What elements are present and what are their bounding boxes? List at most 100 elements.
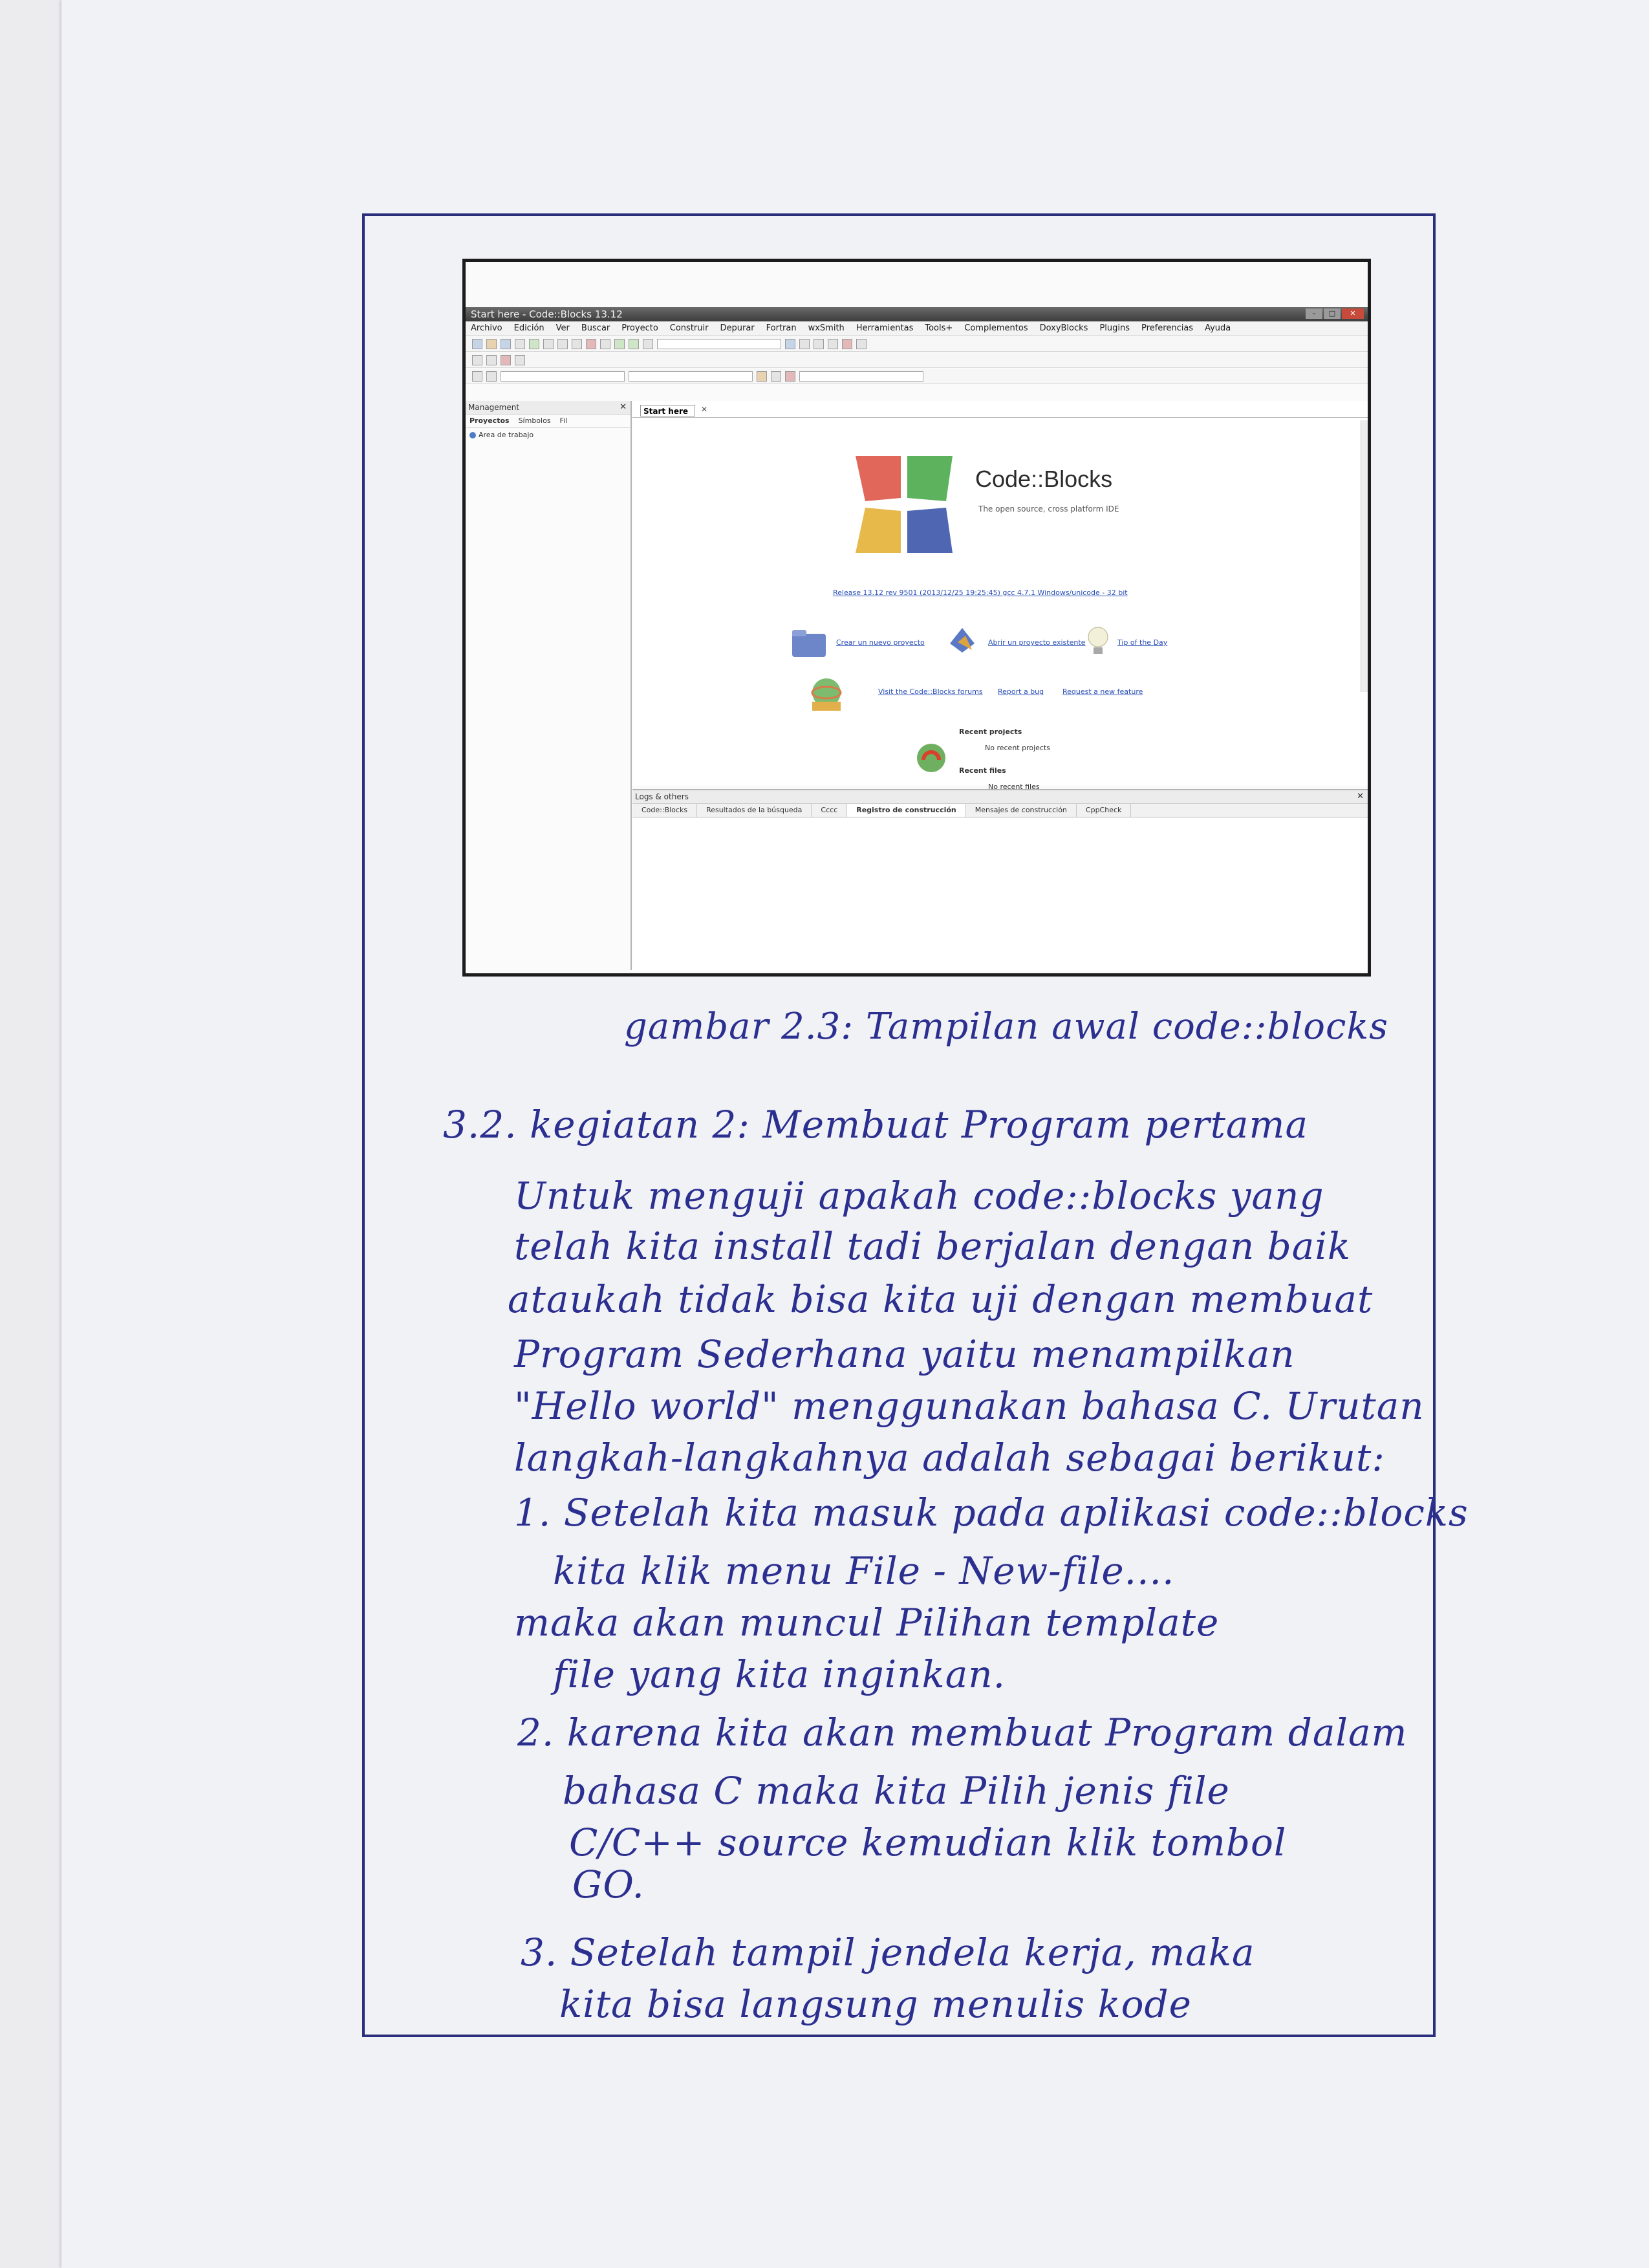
note-line: 3. Setelah tampil jendela kerja, maka [521,1930,1255,1974]
close-icon[interactable]: ✕ [1342,308,1364,319]
forums-link[interactable]: Visit the Code::Blocks forums [878,687,983,696]
codeblocks-logo [856,456,953,553]
new-file-icon[interactable] [472,338,482,349]
note-line: 2. karena kita akan membuat Program dala… [517,1711,1408,1755]
log-tab[interactable]: Code::Blocks [632,804,698,817]
step-out-icon[interactable] [828,338,838,349]
note-line: bahasa C maka kita Pilih jenis file [563,1769,1230,1813]
menu-item[interactable]: Buscar [581,321,610,335]
close-icon[interactable]: ✕ [1357,790,1364,803]
save-all-icon[interactable] [515,338,525,349]
window-titlebar: Start here - Code::Blocks 13.12 – □ ✕ [466,307,1368,321]
note-line: GO. [572,1863,645,1906]
next-icon[interactable] [486,371,497,382]
tab-proyectos[interactable]: Proyectos [469,415,510,427]
management-panel: Management ✕ Proyectos Símbolos Fil Area… [466,401,632,970]
regex-icon[interactable] [771,371,781,382]
note-line: 1. Setelah kita masuk pada aplikasi code… [514,1491,1469,1535]
undo-icon[interactable] [529,338,539,349]
debug-icon[interactable] [785,338,795,349]
request-feature-link[interactable]: Request a new feature [1062,687,1143,696]
code-completion-toolbar [466,369,1368,384]
log-tab[interactable]: Resultados de la búsqueda [697,804,812,817]
menu-item[interactable]: Tools+ [925,321,953,335]
mark-icon[interactable] [785,371,795,382]
logs-title: Logs & others [635,792,689,801]
tab-files[interactable]: Fil [560,415,568,427]
step-icon[interactable] [799,338,810,349]
prev-icon[interactable] [472,371,482,382]
menu-item[interactable]: Proyecto [621,321,658,335]
menu-item[interactable]: Construir [670,321,709,335]
note-line: file yang kita inginkan. [553,1652,1006,1696]
menu-item[interactable]: Plugins [1099,321,1130,335]
note-line: Untuk menguji apakah code::blocks yang [514,1174,1324,1218]
redo-icon[interactable] [543,338,554,349]
search-input[interactable] [799,371,923,382]
management-tabs: Proyectos Símbolos Fil [466,415,630,428]
bookmark-icon[interactable] [515,354,525,365]
paste-icon[interactable] [586,338,596,349]
note-line: telah kita install tadi berjalan dengan … [514,1224,1352,1268]
scope-select[interactable] [501,371,625,382]
app-tagline: The open source, cross platform IDE [978,504,1119,513]
build-target-select[interactable] [657,338,781,349]
jump-forward-icon[interactable] [486,354,497,365]
menu-item[interactable]: wxSmith [808,321,845,335]
create-project-link[interactable]: Crear un nuevo proyecto [836,638,925,647]
folder-icon [792,630,826,657]
tab-start-here[interactable]: Start here [640,405,695,416]
build-icon[interactable] [614,338,625,349]
build-run-icon[interactable] [643,338,653,349]
app-name: Code::Blocks [975,466,1113,492]
tab-simbolos[interactable]: Símbolos [519,415,551,427]
open-project-link[interactable]: Abrir un proyecto existente [988,638,1085,647]
find-icon[interactable] [600,338,610,349]
secondary-toolbar [466,352,1368,368]
report-bug-link[interactable]: Report a bug [998,687,1044,696]
debug-windows-icon[interactable] [856,338,867,349]
log-tab[interactable]: Cccc [812,804,848,817]
step-into-icon[interactable] [814,338,824,349]
log-tab[interactable]: CppCheck [1077,804,1132,817]
open-icon[interactable] [486,338,497,349]
close-icon[interactable]: ✕ [620,401,627,414]
menu-item[interactable]: Preferencias [1141,321,1193,335]
main-toolbar [466,336,1368,352]
workspace-tree-item[interactable]: Area de trabajo [466,428,630,442]
menu-item[interactable]: Herramientas [856,321,914,335]
note-line: Program Sederhana yaitu menampilkan [514,1332,1295,1376]
menu-item[interactable]: Complementos [964,321,1028,335]
menu-item[interactable]: Ayuda [1205,321,1231,335]
minimize-icon[interactable]: – [1306,308,1322,319]
maximize-icon[interactable]: □ [1324,308,1341,319]
copy-icon[interactable] [572,338,582,349]
note-line: langkah-langkahnya adalah sebagai beriku… [514,1436,1385,1480]
tip-of-day-link[interactable]: Tip of the Day [1117,638,1167,647]
start-page: Start here ✕ Code::Blocks The open sourc… [632,401,1368,791]
release-link[interactable]: Release 13.12 rev 9501 (2013/12/25 19:25… [833,589,1128,597]
log-tab[interactable]: Registro de construcción [847,804,966,817]
cut-icon[interactable] [557,338,568,349]
workspace-icon [469,431,476,438]
menu-item[interactable]: Ver [556,321,570,335]
logs-header: Logs & others ✕ [632,790,1368,804]
note-line: 3.2. kegiatan 2: Membuat Program pertama [443,1103,1309,1147]
menu-item[interactable]: Depurar [720,321,754,335]
menu-item[interactable]: Archivo [471,321,502,335]
menu-item[interactable]: Edición [514,321,544,335]
save-icon[interactable] [501,338,511,349]
function-select[interactable] [629,371,753,382]
vertical-scrollbar[interactable] [1361,420,1368,692]
log-tab[interactable]: Mensajes de construcción [966,804,1077,817]
search-icon[interactable] [757,371,767,382]
jump-back-icon[interactable] [472,354,482,365]
stop-icon[interactable] [842,338,852,349]
highlight-icon[interactable] [501,354,511,365]
management-title: Management [468,403,520,412]
close-tab-icon[interactable]: ✕ [701,405,707,414]
menu-item[interactable]: DoxyBlocks [1040,321,1088,335]
note-line: kita klik menu File - New-file.... [553,1549,1175,1593]
menu-item[interactable]: Fortran [766,321,797,335]
run-icon[interactable] [629,338,639,349]
